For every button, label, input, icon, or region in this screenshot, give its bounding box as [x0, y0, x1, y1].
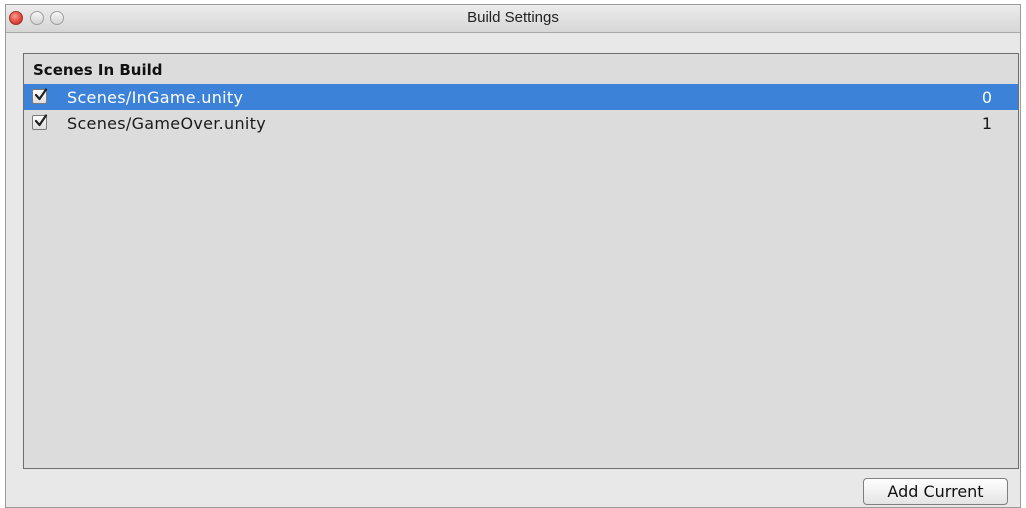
- scene-row[interactable]: Scenes/GameOver.unity 1: [24, 110, 1018, 136]
- scene-build-index: 1: [981, 114, 992, 133]
- scenes-list-header-label: Scenes In Build: [33, 61, 163, 79]
- scenes-list-header: Scenes In Build: [24, 54, 1018, 84]
- scene-row[interactable]: Scenes/InGame.unity 0: [24, 84, 1018, 110]
- scene-path: Scenes/InGame.unity: [67, 88, 244, 107]
- scene-path: Scenes/GameOver.unity: [67, 114, 267, 133]
- build-settings-window: Build Settings Scenes In Build Scenes/In…: [5, 4, 1021, 508]
- add-current-button[interactable]: Add Current: [863, 478, 1008, 505]
- checkmark-icon: [34, 114, 48, 127]
- window-titlebar: Build Settings: [6, 5, 1020, 33]
- scenes-in-build-list: Scenes In Build Scenes/InGame.unity 0 Sc…: [23, 53, 1019, 469]
- scene-include-checkbox[interactable]: [32, 114, 48, 130]
- window-title: Build Settings: [467, 9, 559, 26]
- scene-include-checkbox[interactable]: [32, 88, 48, 104]
- scene-build-index: 0: [981, 88, 992, 107]
- checkmark-icon: [34, 88, 48, 101]
